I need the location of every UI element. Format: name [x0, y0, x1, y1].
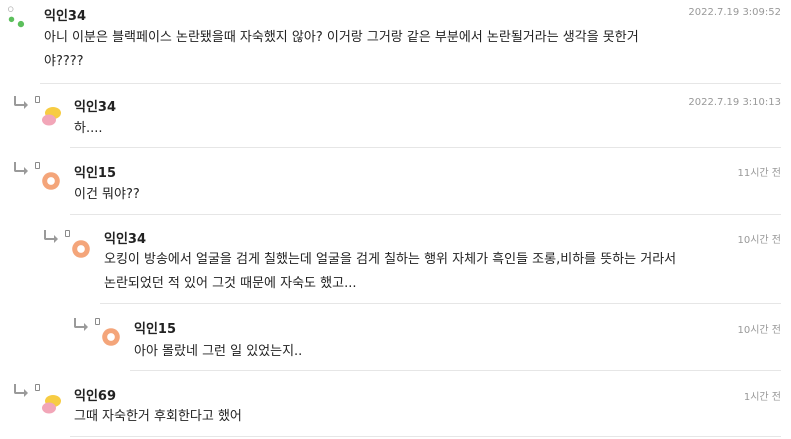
comment-text-line: 오킹이 방송에서 얼굴을 검게 칠했는데 얼굴을 검게 칠하는 행위 자체가 흑… [104, 252, 677, 267]
comment-timestamp: 2022.7.19 3:10:13 [688, 97, 781, 108]
comment-text-line: 그때 자숙한거 후회한다고 했어 [74, 409, 242, 424]
bullet-icon [35, 162, 40, 169]
comment-text-line: 하.... [74, 121, 103, 136]
divider [70, 214, 781, 215]
comment-text: 아아 몰랐네 그런 일 있었는지.. [134, 340, 302, 364]
comment-text-line: 이건 뭐야?? [74, 187, 140, 202]
reply-arrow-icon [14, 384, 28, 397]
comment-author[interactable]: 익인34 [44, 5, 86, 24]
comment-item: 익인15 10시간 전 아아 몰랐네 그런 일 있었는지.. [0, 306, 791, 372]
comment-text: 그때 자숙한거 후회한다고 했어 [74, 405, 242, 429]
comment-timestamp: 10시간 전 [737, 325, 781, 336]
comment-text: 오킹이 방송에서 얼굴을 검게 칠했는데 얼굴을 검게 칠하는 행위 자체가 흑… [104, 248, 676, 296]
divider [130, 370, 781, 371]
comment-text: 아니 이분은 블랙페이스 논란됐을때 자숙했지 않아? 이거랑 그거랑 같은 부… [44, 26, 639, 74]
reply-arrow-icon [44, 230, 58, 243]
divider [100, 303, 781, 304]
comment-item: 익인34 2022.7.19 3:10:13 하.... [0, 86, 791, 150]
comment-author[interactable]: 익인34 [104, 228, 146, 247]
comment-timestamp: 11시간 전 [737, 168, 781, 179]
comment-text-line: 야???? [44, 54, 84, 69]
divider [40, 83, 781, 84]
avatar-icon [42, 395, 61, 414]
comment-item: 익인34 10시간 전 오킹이 방송에서 얼굴을 검게 칠했는데 얼굴을 검게 … [0, 218, 791, 306]
comment-text: 이건 뭐야?? [74, 183, 140, 207]
comment-text-line: 아아 몰랐네 그런 일 있었는지.. [134, 344, 303, 359]
bullet-icon [65, 230, 70, 237]
comment-timestamp: 1시간 전 [743, 392, 781, 403]
comment-author[interactable]: 익인15 [74, 162, 116, 181]
avatar-icon [7, 6, 25, 28]
reply-arrow-icon [14, 162, 28, 175]
comment-text-line: 아니 이분은 블랙페이스 논란됐을때 자숙했지 않아? 이거랑 그거랑 같은 부… [44, 30, 639, 45]
bullet-icon [35, 96, 40, 103]
comment-text-line: 논란되었던 적 있어 그것 때문에 자숙도 했고... [104, 276, 357, 291]
comment-item: 익인15 11시간 전 이건 뭐야?? [0, 150, 791, 218]
divider [70, 147, 781, 148]
comment-author[interactable]: 익인69 [74, 385, 116, 404]
divider [70, 436, 781, 437]
comment-timestamp: 2022.7.19 3:09:52 [688, 7, 781, 18]
comment-author[interactable]: 익인34 [74, 96, 116, 115]
comment-item: 익인34 2022.7.19 3:09:52 아니 이분은 블랙페이스 논란됐을… [0, 0, 791, 86]
comment-thread: 익인34 2022.7.19 3:09:52 아니 이분은 블랙페이스 논란됐을… [0, 0, 791, 439]
bullet-icon [95, 318, 100, 325]
comment-timestamp: 10시간 전 [737, 235, 781, 246]
avatar-icon [42, 107, 61, 126]
comment-author[interactable]: 익인15 [134, 318, 176, 337]
reply-arrow-icon [14, 96, 28, 109]
avatar-icon [102, 328, 120, 346]
avatar-icon [72, 240, 90, 258]
avatar-icon [42, 172, 60, 190]
comment-item: 익인69 1시간 전 그때 자숙한거 후회한다고 했어 [0, 372, 791, 439]
comment-text: 하.... [74, 117, 103, 141]
reply-arrow-icon [74, 318, 88, 331]
bullet-icon [35, 384, 40, 391]
